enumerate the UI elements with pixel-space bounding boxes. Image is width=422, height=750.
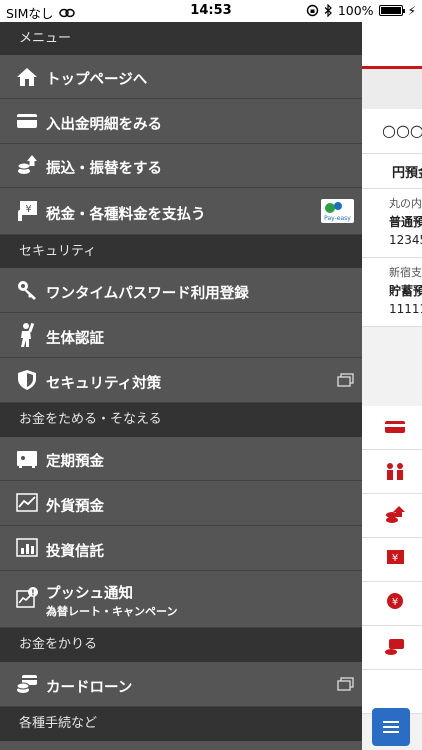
- bg-branch: 丸の内: [389, 197, 422, 210]
- bar-chart-icon: [16, 538, 38, 557]
- section-header-menu: メニュー: [0, 22, 362, 55]
- menu-item-biometric[interactable]: 生体認証: [0, 313, 362, 358]
- menu-item-label: ワンタイムパスワード利用登録: [46, 286, 249, 302]
- battery-percent: 100%: [337, 3, 374, 18]
- bg-account-row[interactable]: 新宿支 貯蓄預 11111: [362, 258, 422, 327]
- bg-menu-row[interactable]: [362, 450, 422, 494]
- pay-easy-logo: Pay-easy: [321, 199, 354, 223]
- status-bar: SIMなし 14:53 100% ⚡: [0, 0, 422, 22]
- coins-transfer-icon: [386, 506, 405, 523]
- menu-item-foreign-deposit[interactable]: 外貨預金: [0, 481, 362, 526]
- chart-line-icon: [16, 493, 38, 512]
- navigation-drawer: メニュー トップページへ 入出金明細をみる 振込・振替をする ¥ 税金・各種料金…: [0, 22, 362, 750]
- bg-menu-row[interactable]: [362, 406, 422, 450]
- bg-account-holder: ○○○: [362, 109, 422, 154]
- payment-icon: ¥: [18, 201, 37, 221]
- bg-subtitle: 円預金: [362, 154, 422, 189]
- menu-item-label: 入出金明細をみる: [46, 117, 162, 133]
- bg-account-row[interactable]: 丸の内 普通預 12345: [362, 189, 422, 258]
- menu-item-label: 振込・振替をする: [46, 161, 162, 177]
- menu-item-push-notification[interactable]: ! プッシュ通知 為替レート・キャンペーン: [0, 571, 362, 628]
- person-icon: [21, 322, 35, 347]
- menu-item-label: 生体認証: [46, 331, 104, 347]
- menu-item-label: 投資信託: [46, 544, 104, 560]
- menu-item-time-deposit[interactable]: 定期預金: [0, 437, 362, 481]
- menu-item-sublabel: 為替レート・キャンペーン: [46, 605, 178, 618]
- bg-menu-row[interactable]: ¥: [362, 582, 422, 626]
- rotation-lock-icon: [306, 4, 319, 17]
- yen-coins-icon: ¥: [387, 593, 403, 609]
- menu-item-one-time-password[interactable]: ワンタイムパスワード利用登録: [0, 268, 362, 313]
- notification-chart-icon: !: [16, 587, 38, 608]
- bg-title-text: ○○○: [382, 121, 422, 140]
- svg-text:¥: ¥: [392, 597, 398, 608]
- menu-item-label: カードローン: [46, 680, 133, 696]
- menu-item-investment-trust[interactable]: 投資信託: [0, 526, 362, 571]
- bluetooth-icon: [324, 4, 332, 17]
- section-header-procedures: 各種手続など: [0, 707, 362, 741]
- people-icon: [387, 463, 403, 480]
- menu-item-label: プッシュ通知: [46, 586, 133, 602]
- bg-branch: 新宿支: [389, 266, 422, 279]
- status-right: 100% ⚡: [306, 3, 416, 18]
- background-app: ○○○ 円預金 丸の内 普通預 12345 新宿支 貯蓄預 11111 ¥ ¥: [362, 22, 422, 750]
- menu-item-partial[interactable]: [0, 741, 362, 750]
- section-header-savings: お金をためる・そなえる: [0, 403, 362, 437]
- home-icon: [17, 68, 37, 86]
- bg-account-number: 12345: [389, 233, 422, 247]
- svg-text:!: !: [31, 589, 35, 598]
- battery-fill: [380, 7, 401, 14]
- bg-account-type: 普通預: [389, 215, 422, 229]
- menu-item-label: セキュリティ対策: [46, 376, 162, 392]
- pay-easy-text: Pay-easy: [324, 215, 351, 222]
- bg-menu-row[interactable]: [362, 626, 422, 670]
- bg-subtitle-text: 円預金: [392, 166, 422, 181]
- bg-menu-row[interactable]: ¥: [362, 538, 422, 582]
- shield-icon: [18, 370, 36, 390]
- menu-icon: [383, 721, 399, 733]
- pay-easy-icon: Pay-easy: [324, 202, 351, 222]
- menu-item-label: トップページへ: [46, 72, 148, 88]
- section-header-borrow: お金をかりる: [0, 628, 362, 662]
- menu-item-top-page[interactable]: トップページへ: [0, 55, 362, 99]
- menu-item-label: 税金・各種料金を支払う: [46, 207, 206, 223]
- section-header-security: セキュリティ: [0, 235, 362, 268]
- charging-icon: ⚡: [407, 3, 416, 18]
- battery-icon: [378, 5, 405, 16]
- svg-text:¥: ¥: [25, 204, 31, 215]
- bg-menu-row[interactable]: [362, 494, 422, 538]
- card-loan-icon: [385, 639, 404, 655]
- bg-header: [362, 22, 422, 69]
- menu-item-statement[interactable]: 入出金明細をみる: [0, 99, 362, 144]
- menu-item-security-measures[interactable]: セキュリティ対策: [0, 358, 362, 403]
- card-loan-icon: [16, 675, 37, 693]
- menu-item-tax-payment[interactable]: ¥ 税金・各種料金を支払う Pay-easy: [0, 188, 362, 235]
- svg-text:¥: ¥: [392, 553, 398, 564]
- key-icon: [18, 281, 36, 300]
- bg-account-type: 貯蓄預: [389, 284, 422, 298]
- menu-button[interactable]: [372, 708, 410, 746]
- menu-item-label: 定期預金: [46, 454, 104, 470]
- bg-band: [362, 69, 422, 109]
- bg-account-number: 11111: [389, 302, 422, 316]
- menu-item-card-loan[interactable]: カードローン: [0, 662, 362, 707]
- payment-icon: ¥: [387, 550, 404, 564]
- coins-transfer-icon: [17, 155, 37, 174]
- menu-item-transfer[interactable]: 振込・振替をする: [0, 144, 362, 188]
- card-icon: [17, 114, 37, 128]
- menu-item-label: 外貨預金: [46, 499, 104, 515]
- card-icon: [385, 421, 405, 433]
- safe-icon: [17, 451, 37, 468]
- external-window-icon: [337, 373, 354, 387]
- external-window-icon: [337, 677, 354, 691]
